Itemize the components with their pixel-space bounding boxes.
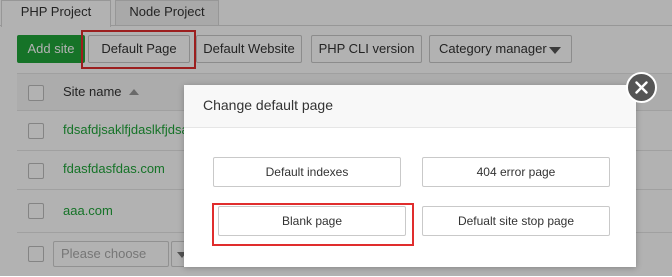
change-default-page-dialog: Change default page Default indexes 404 … [184,85,636,267]
default-indexes-button[interactable]: Default indexes [213,157,401,187]
dialog-header: Change default page [184,85,636,128]
error-404-page-button[interactable]: 404 error page [422,157,610,187]
highlight-box-blank-page [212,203,414,246]
site-stop-page-button[interactable]: Defualt site stop page [422,206,610,236]
close-icon [635,81,648,94]
dialog-title: Change default page [203,97,333,113]
close-dialog-button[interactable] [626,72,657,103]
